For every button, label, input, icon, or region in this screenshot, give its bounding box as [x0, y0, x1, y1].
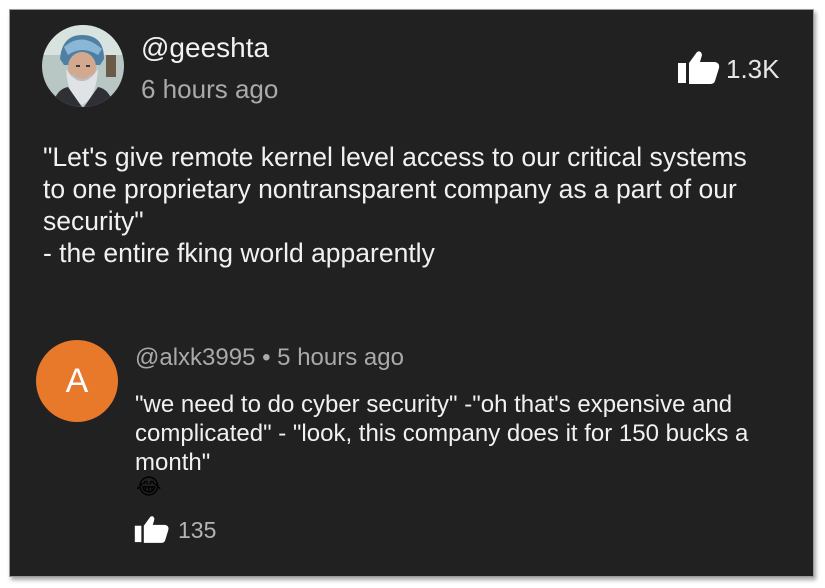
comment-timestamp: 6 hours ago — [141, 74, 279, 104]
comment-text: "Let's give remote kernel level access t… — [43, 142, 747, 268]
avatar-letter: A — [65, 361, 89, 400]
thumbs-up-icon — [678, 51, 720, 84]
like-button[interactable] — [677, 50, 721, 84]
reply-like-count: 135 — [178, 517, 217, 543]
author-handle[interactable]: @geeshta — [141, 32, 269, 64]
reply-avatar[interactable]: A — [36, 340, 118, 422]
laughing-emoji: 😂 — [136, 474, 162, 499]
reply-like-button[interactable] — [134, 514, 170, 544]
comment-card: @geeshta 6 hours ago 1.3K "Let's give re… — [9, 9, 814, 577]
bearded-man-avatar-icon — [42, 25, 124, 107]
reply-meta: @alxk3995 • 5 hours ago — [135, 344, 404, 371]
reply-text: "we need to do cyber security" -"oh that… — [135, 391, 749, 476]
thumbs-up-icon — [134, 516, 169, 543]
author-avatar[interactable] — [42, 25, 124, 107]
like-count: 1.3K — [726, 54, 780, 84]
